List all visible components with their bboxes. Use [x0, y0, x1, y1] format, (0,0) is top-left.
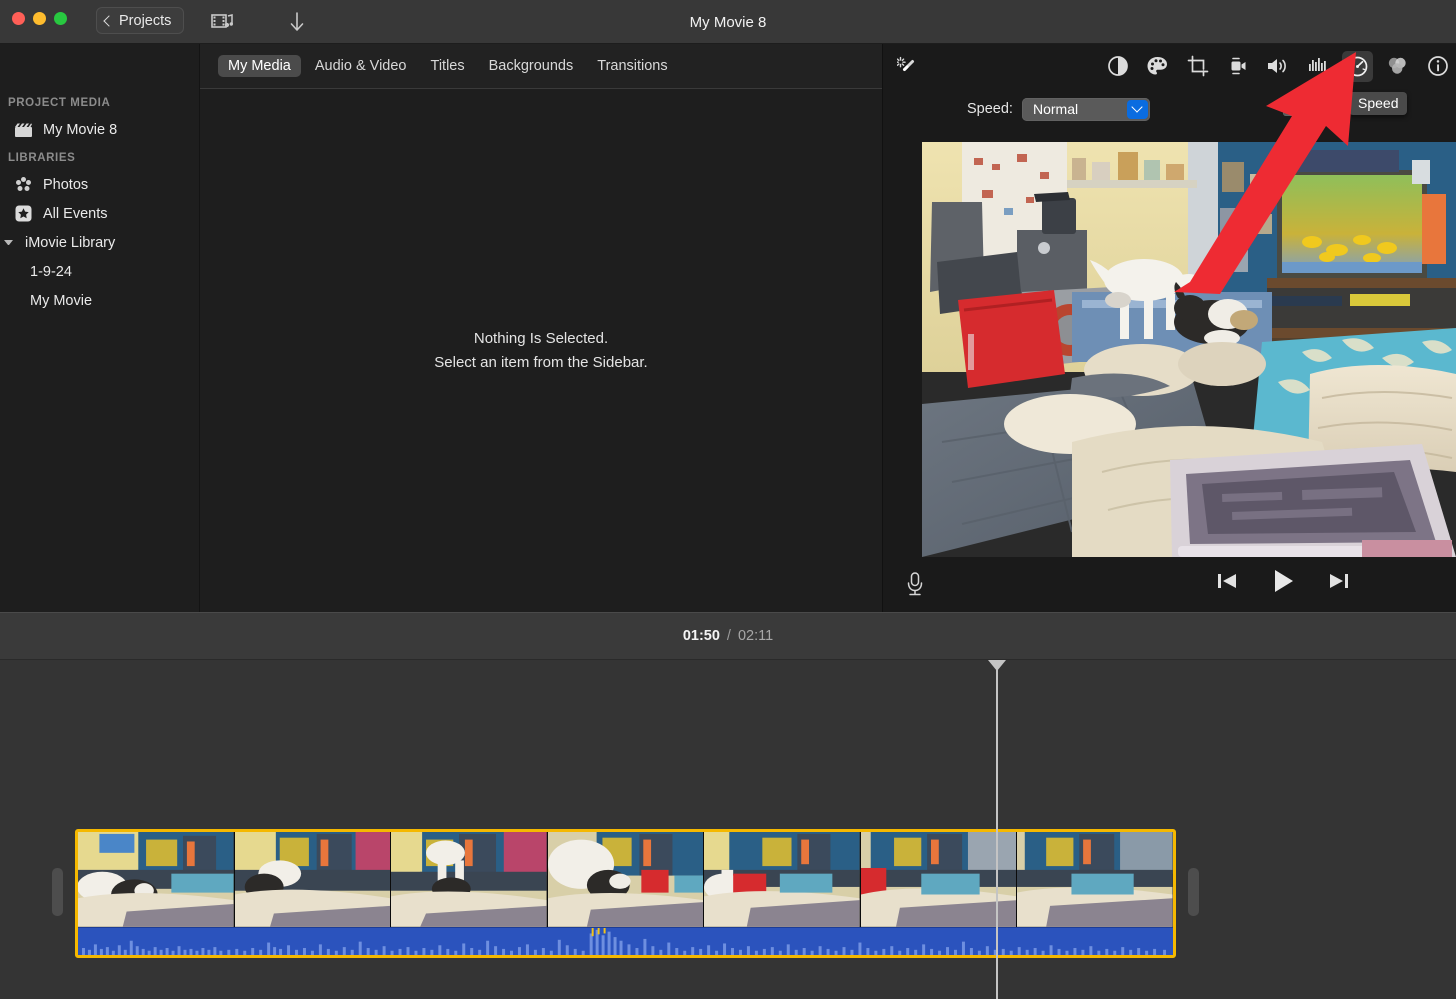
filmstrip-thumbnail [704, 832, 861, 927]
photos-flower-icon [14, 175, 33, 194]
maximize-button[interactable] [54, 12, 67, 25]
chevron-left-icon [103, 15, 114, 26]
title-bar: Projects My Movie 8 [0, 0, 1456, 44]
info-icon[interactable] [1422, 51, 1453, 82]
transport-controls [1212, 566, 1354, 596]
sidebar-item-label: Photos [43, 177, 88, 193]
download-arrow-icon[interactable] [282, 9, 312, 35]
speed-dropdown-value: Normal [1033, 101, 1078, 117]
timeline-time-bar: 01:50 / 02:11 [0, 612, 1456, 660]
sidebar-header-libraries: LIBRARIES [0, 144, 199, 170]
clapperboard-icon [14, 120, 33, 139]
close-button[interactable] [12, 12, 25, 25]
video-preview[interactable] [922, 142, 1456, 557]
microphone-icon[interactable] [900, 569, 930, 599]
filmstrip-thumbnail [861, 832, 1018, 927]
playhead[interactable] [996, 660, 998, 999]
inspector-toolbar [883, 44, 1456, 88]
chevron-down-icon[interactable] [1127, 100, 1148, 119]
stabilization-icon[interactable] [1222, 51, 1253, 82]
speed-icon[interactable] [1342, 51, 1373, 82]
minimize-button[interactable] [33, 12, 46, 25]
tab-audio-video[interactable]: Audio & Video [305, 55, 417, 77]
media-browser: Nothing Is Selected. Select an item from… [200, 88, 882, 612]
sidebar-item-my-movie[interactable]: My Movie [0, 286, 199, 315]
empty-state-title: Nothing Is Selected. [474, 329, 608, 349]
playhead-handle[interactable] [988, 660, 1006, 671]
sidebar-item-imovie-library[interactable]: iMovie Library [0, 228, 199, 257]
volume-icon[interactable] [1262, 51, 1293, 82]
filmstrip-thumbnail [1017, 832, 1173, 927]
browser-empty-state: Nothing Is Selected. Select an item from… [200, 89, 882, 613]
play-button[interactable] [1268, 566, 1298, 596]
magic-wand-icon[interactable] [893, 53, 923, 79]
time-separator: / [727, 628, 731, 644]
inspector-tool-buttons [1102, 49, 1453, 83]
sidebar-item-label: All Events [43, 206, 107, 222]
speed-dropdown[interactable]: Normal [1022, 98, 1150, 121]
reverse-checkbox[interactable] [1283, 102, 1297, 116]
import-media-icon[interactable] [208, 9, 238, 35]
skip-back-button[interactable] [1212, 566, 1242, 596]
back-to-projects-button[interactable]: Projects [96, 7, 184, 34]
sidebar-item-label: My Movie [30, 293, 92, 309]
tab-transitions[interactable]: Transitions [587, 55, 677, 77]
filmstrip-thumbnail [78, 832, 235, 927]
disclosure-triangle-icon[interactable] [4, 240, 13, 245]
clip-trim-handle-left[interactable] [52, 868, 63, 916]
imovie-window: Projects My Movie 8 My Media Audio & [0, 0, 1456, 999]
clip-trim-handle-right[interactable] [1188, 868, 1199, 916]
tab-titles[interactable]: Titles [421, 55, 475, 77]
speed-label: Speed: [967, 101, 1013, 117]
sidebar-item-all-events[interactable]: All Events [0, 199, 199, 228]
sidebar-item-photos[interactable]: Photos [0, 170, 199, 199]
sidebar-item-1-9-24[interactable]: 1-9-24 [0, 257, 199, 286]
tab-my-media[interactable]: My Media [218, 55, 301, 77]
tab-backgrounds[interactable]: Backgrounds [479, 55, 584, 77]
sidebar-header-project-media: PROJECT MEDIA [0, 89, 199, 115]
traffic-light-buttons [12, 12, 67, 25]
skip-forward-button[interactable] [1324, 566, 1354, 596]
speed-tooltip: Speed [1349, 92, 1407, 115]
filmstrip-thumbnail [391, 832, 548, 927]
color-correction-icon[interactable] [1142, 51, 1173, 82]
equalizer-icon[interactable] [1302, 51, 1333, 82]
star-icon [14, 204, 33, 223]
reverse-checkbox-group[interactable]: Reverse [1283, 88, 1358, 130]
sidebar-item-label: My Movie 8 [43, 122, 117, 138]
sidebar: PROJECT MEDIA My Movie 8 LIBRARIES [0, 44, 200, 612]
crop-icon[interactable] [1182, 51, 1213, 82]
filmstrip-thumbnail [235, 832, 392, 927]
timeline-clip[interactable] [75, 829, 1176, 958]
clip-audio-waveform [78, 927, 1173, 955]
empty-state-subtitle: Select an item from the Sidebar. [434, 353, 647, 373]
filmstrip-thumbnail [548, 832, 705, 927]
total-time: 02:11 [738, 628, 773, 644]
sidebar-item-label: iMovie Library [25, 235, 115, 251]
color-balance-icon[interactable] [1102, 51, 1133, 82]
filters-icon[interactable] [1382, 51, 1413, 82]
back-to-projects-label: Projects [119, 13, 171, 29]
sidebar-item-my-movie-8[interactable]: My Movie 8 [0, 115, 199, 144]
sidebar-item-label: 1-9-24 [30, 264, 72, 280]
current-time: 01:50 [683, 628, 720, 644]
viewer-controls [882, 557, 1456, 612]
clip-filmstrip [78, 832, 1173, 927]
